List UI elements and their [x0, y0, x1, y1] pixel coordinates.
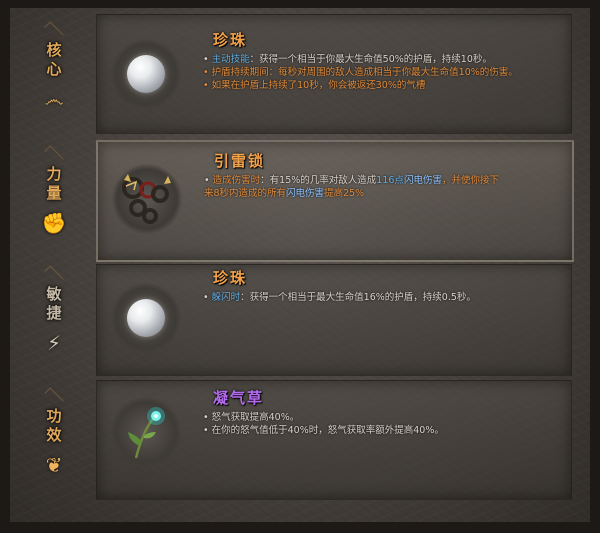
glowing-herb-icon — [128, 407, 165, 459]
pearl-icon — [127, 55, 165, 93]
item-icon-slot — [112, 164, 182, 234]
leaf-icon: ❦ — [45, 453, 63, 477]
runner-icon: ⚡ — [46, 331, 62, 355]
lightning-chain-icon — [122, 174, 171, 224]
pearl-icon — [127, 299, 165, 337]
item-card-pearl-agility[interactable]: 珍珠 • 躲闪时：获得一个相当于最大生命值16%的护盾，持续0.5秒。 — [96, 264, 572, 376]
tab-core[interactable]: 核心 ෴ — [30, 21, 78, 124]
frame-edge-top — [0, 0, 600, 8]
tab-strength[interactable]: 力量 ✊ — [30, 145, 78, 248]
item-description: • 怒气获取提高40%。 • 在你的怒气值低于40%时，怒气获取率额外提高40%… — [203, 412, 444, 436]
item-icon-slot — [111, 39, 181, 109]
frame-edge-right — [590, 0, 600, 533]
chevron-up-icon — [44, 21, 64, 41]
item-title: 凝气草 — [213, 389, 265, 407]
tab-efficacy-label: 功效 — [44, 408, 63, 446]
swirl-icon: ෴ — [44, 87, 64, 111]
item-title: 珍珠 — [213, 269, 248, 287]
tab-core-label: 核心 — [44, 42, 63, 80]
chevron-up-icon — [44, 265, 64, 285]
tab-strength-label: 力量 — [44, 166, 63, 204]
tab-agility-label: 敏捷 — [44, 286, 63, 324]
fist-icon: ✊ — [41, 211, 67, 235]
tab-agility[interactable]: 敏捷 ⚡ — [30, 265, 78, 368]
tab-efficacy[interactable]: 功效 ❦ — [30, 387, 78, 490]
chevron-up-icon — [44, 145, 64, 165]
item-description: • 主动技能：获得一个相当于你最大生命值50%的护盾，持续10秒。 • 护盾持续… — [203, 54, 518, 91]
item-card-lightning-chain[interactable]: 引雷锁 • 造成伤害时：有15%的几率对敌人造成116点闪电伤害，并使你接下 来… — [96, 140, 574, 262]
item-description: • 造成伤害时：有15%的几率对敌人造成116点闪电伤害，并使你接下 来8秒内造… — [204, 175, 499, 199]
item-description: • 躲闪时：获得一个相当于最大生命值16%的护盾，持续0.5秒。 — [203, 292, 476, 303]
item-icon-slot — [111, 397, 181, 467]
item-card-herb[interactable]: 凝气草 • 怒气获取提高40%。 • 在你的怒气值低于40%时，怒气获取率额外提… — [96, 380, 572, 500]
item-title: 珍珠 — [213, 31, 248, 49]
category-sidebar: 核心 ෴ 力量 ✊ 敏捷 ⚡ 功效 ❦ — [30, 18, 80, 488]
frame-edge-left — [0, 0, 10, 533]
item-card-pearl-core[interactable]: 珍珠 • 主动技能：获得一个相当于你最大生命值50%的护盾，持续10秒。 • 护… — [96, 14, 572, 134]
item-icon-slot — [111, 283, 181, 353]
frame-edge-bottom — [0, 522, 600, 533]
item-title: 引雷锁 — [214, 152, 266, 170]
chevron-up-icon — [44, 387, 64, 407]
